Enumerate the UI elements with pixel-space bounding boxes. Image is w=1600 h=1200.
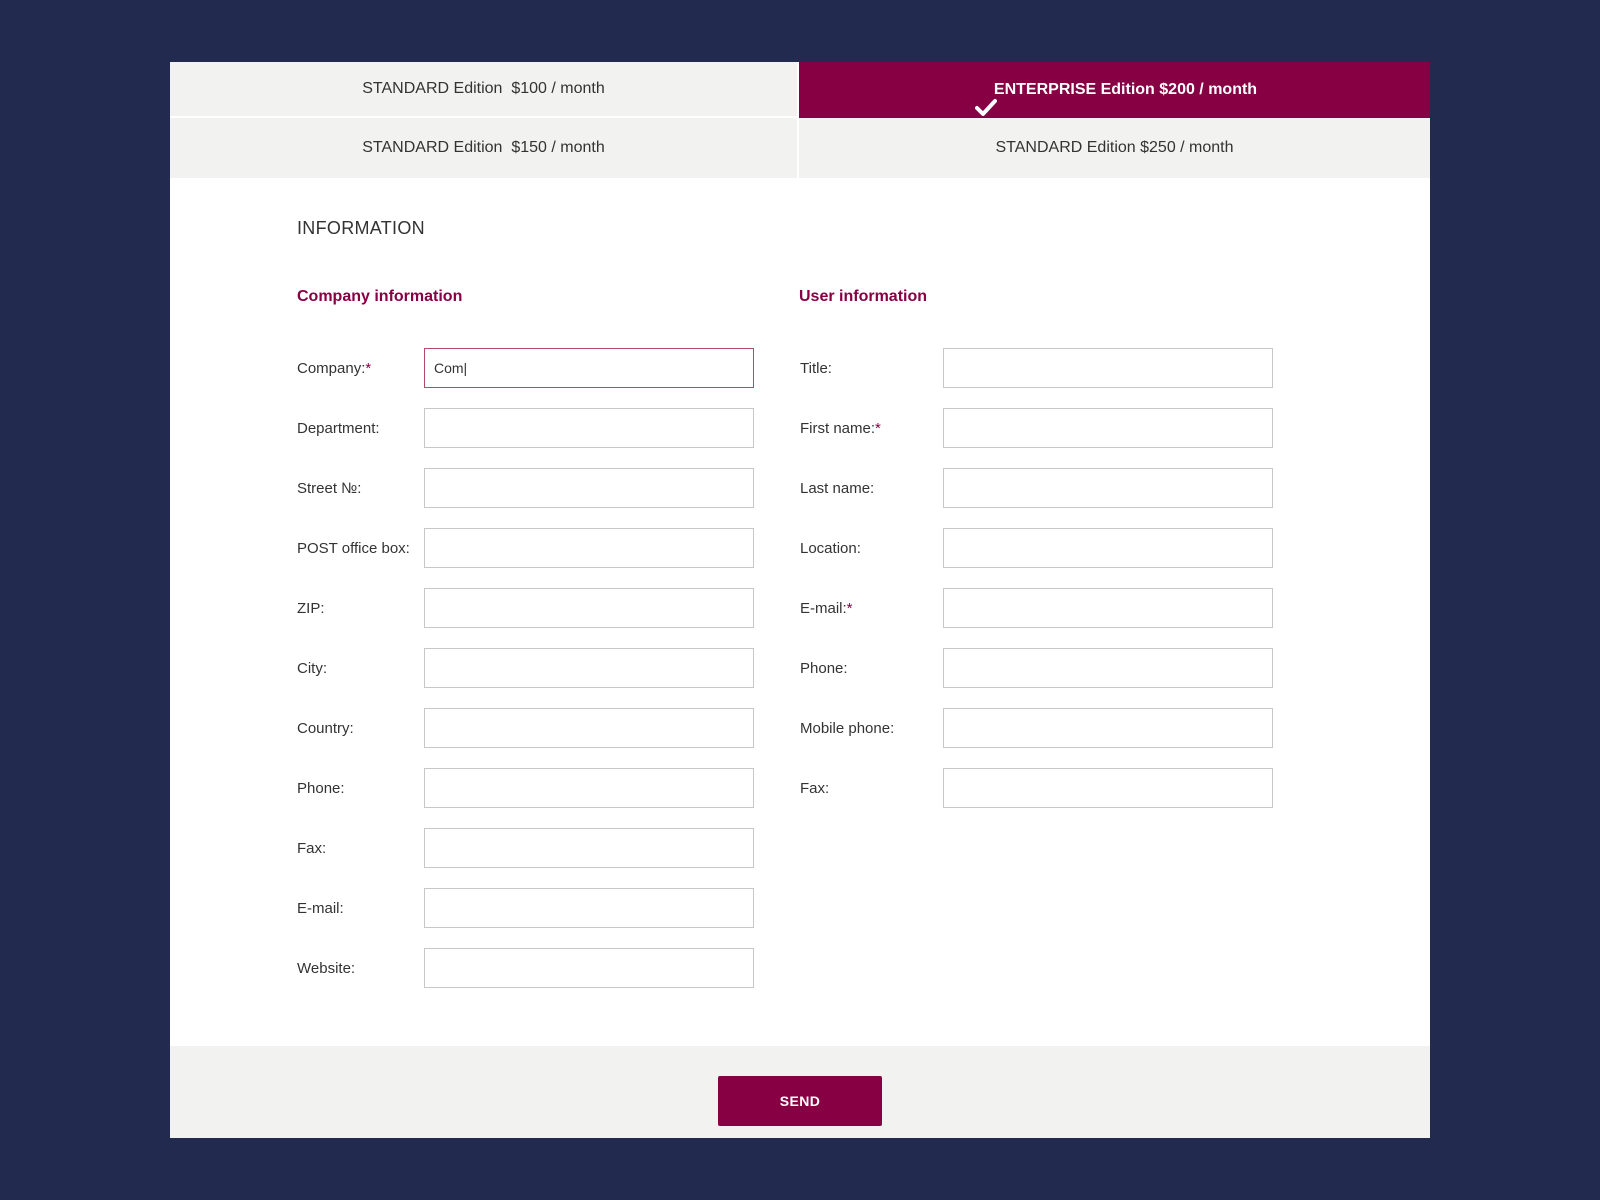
user-field-row: Fax:: [800, 768, 1273, 808]
label-text: ZIP:: [297, 599, 325, 617]
plan-label: STANDARD Edition $150 / month: [362, 139, 605, 156]
label-text: Street №:: [297, 479, 362, 497]
company-field-row: Country:: [297, 708, 754, 748]
user-field-label: Phone:: [800, 660, 848, 677]
label-text: Title:: [800, 359, 832, 377]
send-button[interactable]: SEND: [718, 1076, 882, 1126]
user-field-label: E-mail:*: [800, 600, 853, 617]
user-field-label: Location:: [800, 540, 861, 557]
user-input-e-mail[interactable]: [943, 588, 1273, 628]
company-field-label: ZIP:: [297, 600, 325, 617]
label-text: Country:: [297, 719, 354, 737]
company-field-label: Fax:: [297, 840, 326, 857]
user-field-row: Title:: [800, 348, 1273, 388]
company-input-zip[interactable]: [424, 588, 754, 628]
company-input-e-mail[interactable]: [424, 888, 754, 928]
plan-option-standard-150[interactable]: STANDARD Edition $150 / month: [170, 118, 799, 178]
check-icon: [939, 80, 997, 116]
company-input-post-office-box[interactable]: [424, 528, 754, 568]
label-text: Phone:: [297, 779, 345, 797]
label-text: Location:: [800, 539, 861, 557]
company-field-label: E-mail:: [297, 900, 344, 917]
label-text: City:: [297, 659, 327, 677]
company-info-heading: Company information: [297, 288, 463, 305]
plan-label: STANDARD Edition $250 / month: [995, 139, 1234, 156]
label-text: Website:: [297, 959, 356, 977]
user-field-row: E-mail:*: [800, 588, 1273, 628]
company-input-country[interactable]: [424, 708, 754, 748]
user-field-row: First name:*: [800, 408, 1273, 448]
label-text: Mobile phone:: [800, 719, 895, 737]
company-field-label: Website:: [297, 960, 355, 977]
user-field-row: Last name:: [800, 468, 1273, 508]
user-info-heading: User information: [799, 288, 928, 305]
user-field-label: First name:*: [800, 420, 881, 437]
plan-selector: STANDARD Edition $100 / month ENTERPRISE…: [170, 62, 1430, 178]
required-marker: *: [846, 599, 853, 617]
user-input-location[interactable]: [943, 528, 1273, 568]
company-field-row: Phone:: [297, 768, 754, 808]
user-field-label: Mobile phone:: [800, 720, 894, 737]
company-input-street[interactable]: [424, 468, 754, 508]
label-text: E-mail:: [297, 899, 344, 917]
company-input-department[interactable]: [424, 408, 754, 448]
company-field-label: Company:*: [297, 360, 371, 377]
label-text: Company:: [297, 359, 366, 377]
plan-option-standard-250[interactable]: STANDARD Edition $250 / month: [799, 118, 1430, 178]
label-text: Fax:: [800, 779, 830, 797]
label-text: First name:: [800, 419, 876, 437]
company-field-row: Fax:: [297, 828, 754, 868]
plan-label: STANDARD Edition $100 / month: [362, 80, 605, 97]
label-text: Fax:: [297, 839, 327, 857]
user-input-last-name[interactable]: [943, 468, 1273, 508]
user-input-first-name[interactable]: [943, 408, 1273, 448]
company-field-label: Country:: [297, 720, 354, 737]
label-text: Department:: [297, 419, 380, 437]
signup-card: STANDARD Edition $100 / month ENTERPRISE…: [170, 62, 1430, 1138]
form-footer: SEND: [170, 1046, 1430, 1138]
company-field-row: City:: [297, 648, 754, 688]
user-input-phone[interactable]: [943, 648, 1273, 688]
label-text: E-mail:: [800, 599, 847, 617]
section-title: INFORMATION: [297, 218, 425, 238]
company-field-row: E-mail:: [297, 888, 754, 928]
company-field-row: ZIP:: [297, 588, 754, 628]
user-input-title[interactable]: [943, 348, 1273, 388]
company-field-label: Street №:: [297, 480, 361, 497]
plan-option-standard-100[interactable]: STANDARD Edition $100 / month: [170, 62, 799, 118]
user-field-label: Title:: [800, 360, 832, 377]
user-field-row: Phone:: [800, 648, 1273, 688]
company-input-phone[interactable]: [424, 768, 754, 808]
company-field-row: Company:*: [297, 348, 754, 388]
user-field-row: Location:: [800, 528, 1273, 568]
plan-label: ENTERPRISE Edition $200 / month: [993, 81, 1258, 98]
company-field-label: City:: [297, 660, 327, 677]
company-input-city[interactable]: [424, 648, 754, 688]
user-input-fax[interactable]: [943, 768, 1273, 808]
required-marker: *: [365, 359, 372, 377]
company-field-row: Street №:: [297, 468, 754, 508]
company-input-website[interactable]: [424, 948, 754, 988]
label-text: POST office box:: [297, 539, 410, 557]
company-field-label: POST office box:: [297, 540, 410, 557]
company-input-company[interactable]: [424, 348, 754, 388]
company-field-row: Website:: [297, 948, 754, 988]
required-marker: *: [875, 419, 881, 437]
company-input-fax[interactable]: [424, 828, 754, 868]
label-text: Phone:: [800, 659, 848, 677]
user-input-mobile-phone[interactable]: [943, 708, 1273, 748]
company-field-label: Department:: [297, 420, 380, 437]
user-field-label: Last name:: [800, 480, 874, 497]
company-field-row: Department:: [297, 408, 754, 448]
user-field-label: Fax:: [800, 780, 829, 797]
user-field-row: Mobile phone:: [800, 708, 1273, 748]
label-text: Last name:: [800, 479, 875, 497]
plan-option-enterprise-200[interactable]: ENTERPRISE Edition $200 / month: [799, 62, 1430, 118]
company-field-row: POST office box:: [297, 528, 754, 568]
information-form: INFORMATION Company information User inf…: [170, 178, 1430, 1046]
company-field-label: Phone:: [297, 780, 345, 797]
